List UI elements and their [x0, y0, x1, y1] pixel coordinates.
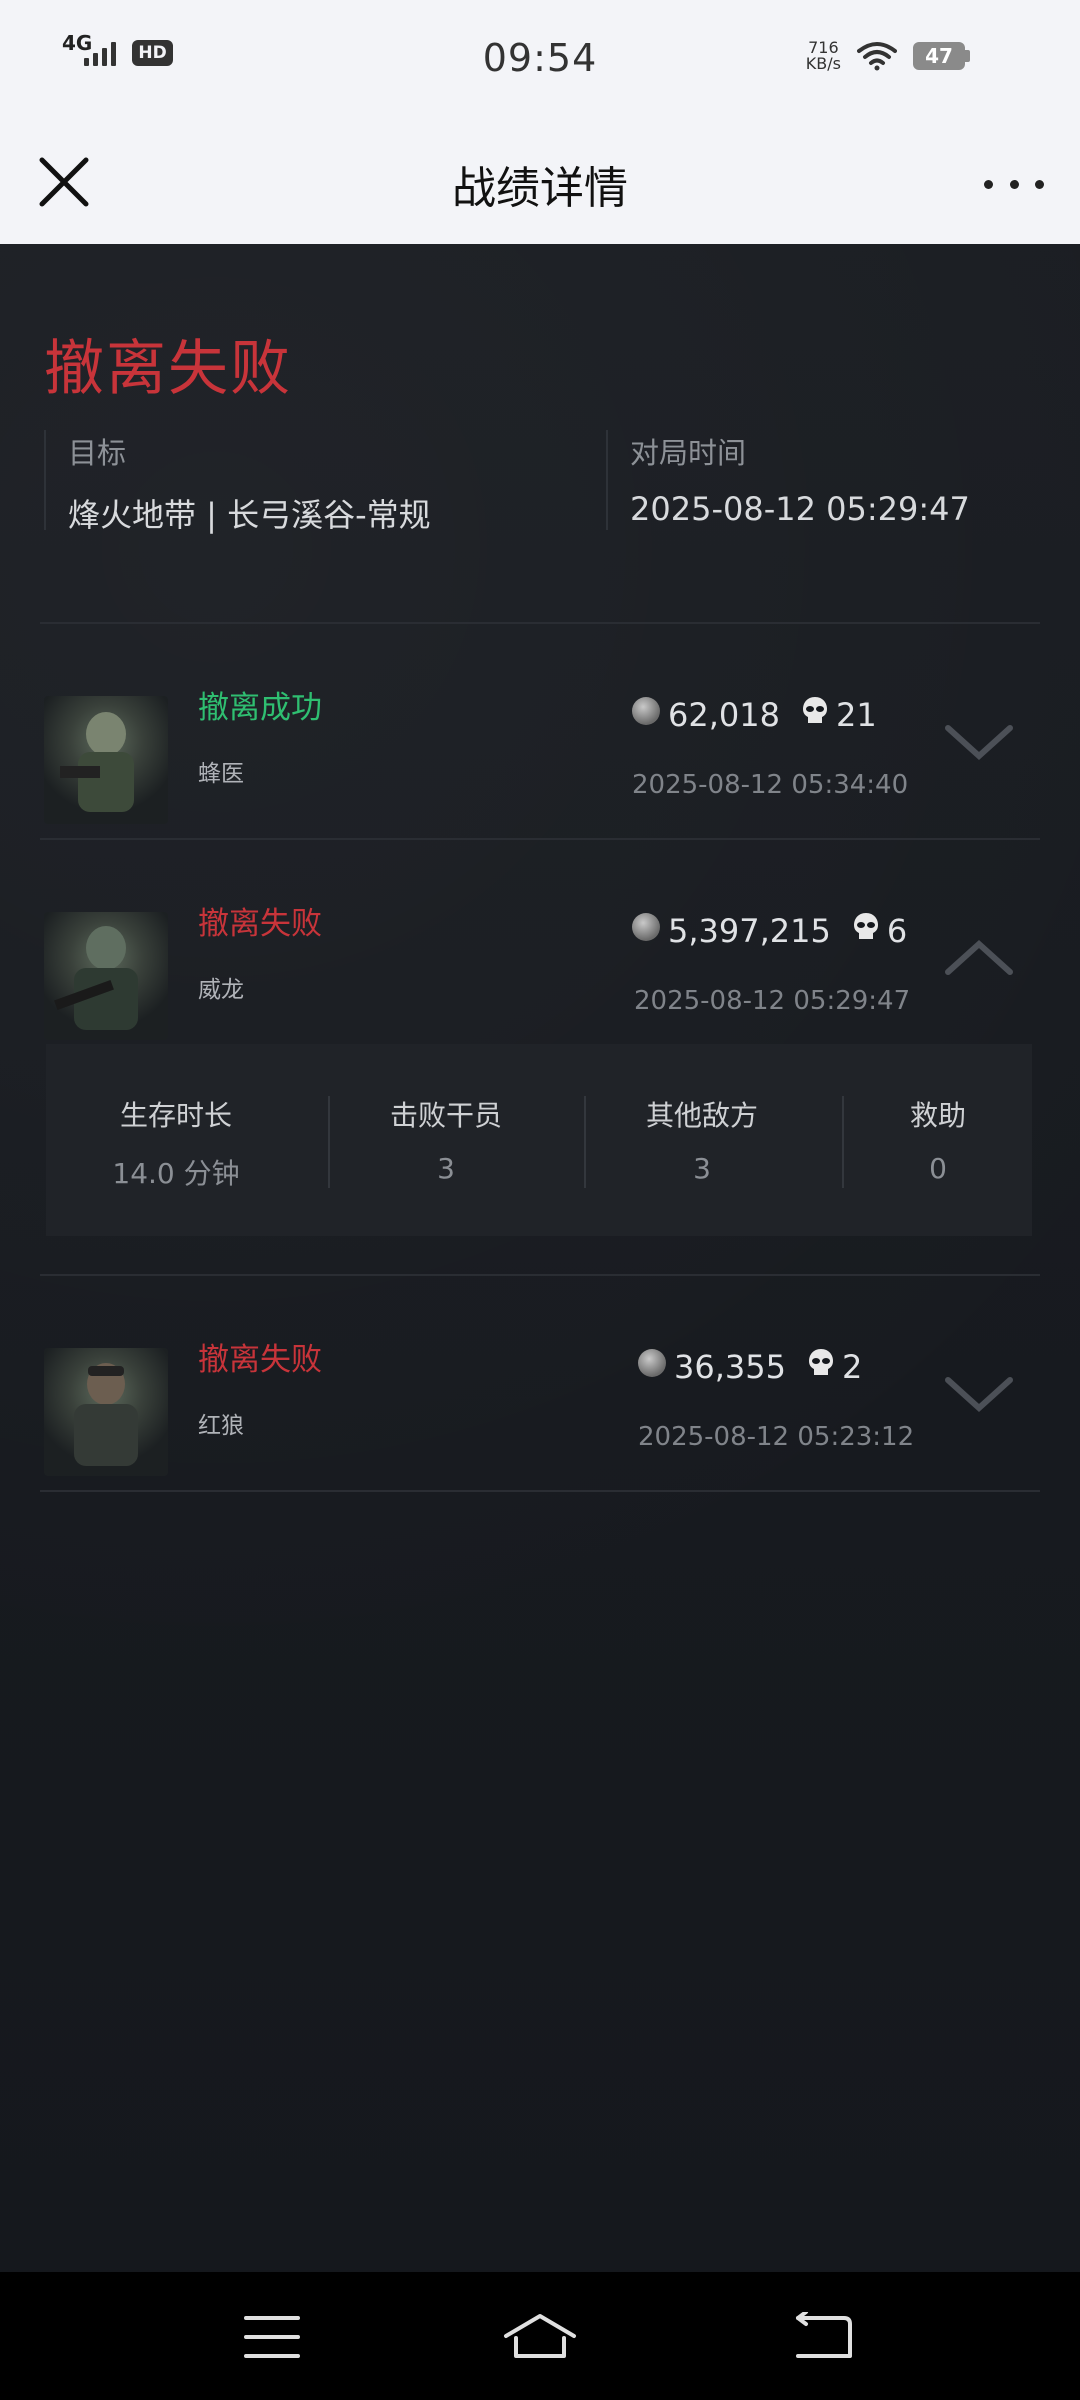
wifi-icon	[857, 42, 897, 71]
divider	[40, 622, 1040, 624]
kill-count: 2	[841, 1348, 863, 1386]
row-stats: 36,355 2	[638, 1348, 862, 1386]
survival-value: 14.0 分钟	[112, 1157, 240, 1190]
player-detail-panel: 生存时长 14.0 分钟 击败干员 3 其他敌方 3 救助 0	[46, 1044, 1032, 1236]
status-right: 716 KB/s 47	[806, 40, 970, 72]
operator-name: 蜂医	[198, 761, 244, 787]
divider	[40, 1274, 1040, 1276]
assist-value: 0	[929, 1152, 947, 1185]
divider	[40, 1490, 1040, 1492]
operators-defeated-stat: 击败干员 3	[356, 1094, 536, 1185]
match-time-label: 对局时间	[630, 436, 747, 470]
assist-label: 救助	[909, 1099, 966, 1132]
target-block: 目标 烽火地带 | 长弓溪谷-常规	[44, 430, 431, 534]
divider	[40, 838, 1040, 840]
skull-icon	[853, 913, 878, 939]
loot-value: 62,018	[668, 696, 780, 734]
kill-count: 21	[835, 696, 877, 734]
column-divider	[328, 1096, 330, 1188]
battery-level: 47	[913, 42, 965, 70]
chevron-up-icon[interactable]	[944, 938, 1014, 978]
survival-stat: 生存时长 14.0 分钟	[86, 1094, 266, 1192]
match-detail-panel: 撤离失败 目标 烽火地带 | 长弓溪谷-常规 对局时间 2025-08-12 0…	[0, 244, 1080, 2272]
target-value: 烽火地带 | 长弓溪谷-常规	[68, 496, 431, 534]
skull-icon	[802, 697, 827, 723]
assist-stat: 救助 0	[858, 1094, 1018, 1185]
network-speed: 716 KB/s	[806, 40, 841, 72]
loot-value: 5,397,215	[668, 912, 831, 950]
row-time: 2025-08-12 05:29:47	[634, 986, 911, 1016]
coin-icon	[632, 697, 660, 725]
player-row[interactable]: 撤离成功 蜂医 62,018 21 2025-08-12 05:34:40	[40, 662, 1040, 872]
page-title: 战绩详情	[452, 163, 628, 214]
operator-avatar	[44, 696, 168, 824]
coin-icon	[638, 1349, 666, 1377]
operator-name: 威龙	[198, 977, 244, 1003]
chevron-down-icon[interactable]	[944, 722, 1014, 762]
top-header: 战绩详情	[0, 124, 1080, 244]
extraction-status: 撤离成功	[198, 690, 322, 726]
row-time: 2025-08-12 05:34:40	[632, 770, 909, 800]
operator-name: 红狼	[198, 1413, 244, 1439]
other-enemies-stat: 其他敌方 3	[612, 1094, 792, 1185]
extraction-status: 撤离失败	[198, 1342, 322, 1378]
operator-avatar	[44, 912, 168, 1040]
player-row[interactable]: 撤离失败 红狼 36,355 2 2025-08-12 05:23:12	[40, 1314, 1040, 1524]
target-label: 目标	[68, 436, 127, 470]
skull-icon	[808, 1349, 833, 1375]
kill-count: 6	[886, 912, 908, 950]
other-enemies-label: 其他敌方	[645, 1099, 758, 1132]
menu-icon[interactable]	[232, 2312, 312, 2362]
home-icon[interactable]	[500, 2312, 580, 2362]
other-enemies-value: 3	[693, 1152, 711, 1185]
row-stats: 62,018 21	[632, 696, 877, 734]
row-time: 2025-08-12 05:23:12	[638, 1422, 915, 1452]
survival-label: 生存时长	[119, 1099, 232, 1132]
column-divider	[584, 1096, 586, 1188]
match-time-block: 对局时间 2025-08-12 05:29:47	[606, 430, 970, 530]
match-result-title: 撤离失败	[44, 334, 292, 404]
back-icon[interactable]	[784, 2312, 864, 2362]
row-stats: 5,397,215 6	[632, 912, 907, 950]
system-nav-bar	[0, 2272, 1080, 2400]
extraction-status: 撤离失败	[198, 906, 322, 942]
loot-value: 36,355	[674, 1348, 786, 1386]
operators-defeated-label: 击败干员	[389, 1099, 502, 1132]
match-time-value: 2025-08-12 05:29:47	[630, 490, 970, 528]
operator-avatar	[44, 1348, 168, 1476]
battery-icon: 47	[913, 42, 970, 70]
operators-defeated-value: 3	[437, 1152, 455, 1185]
column-divider	[842, 1096, 844, 1188]
chevron-down-icon[interactable]	[944, 1374, 1014, 1414]
speed-unit: KB/s	[805, 54, 841, 73]
more-icon[interactable]	[984, 154, 1044, 214]
status-bar: 4G HD 09:54 716 KB/s 47	[0, 0, 1080, 124]
coin-icon	[632, 913, 660, 941]
